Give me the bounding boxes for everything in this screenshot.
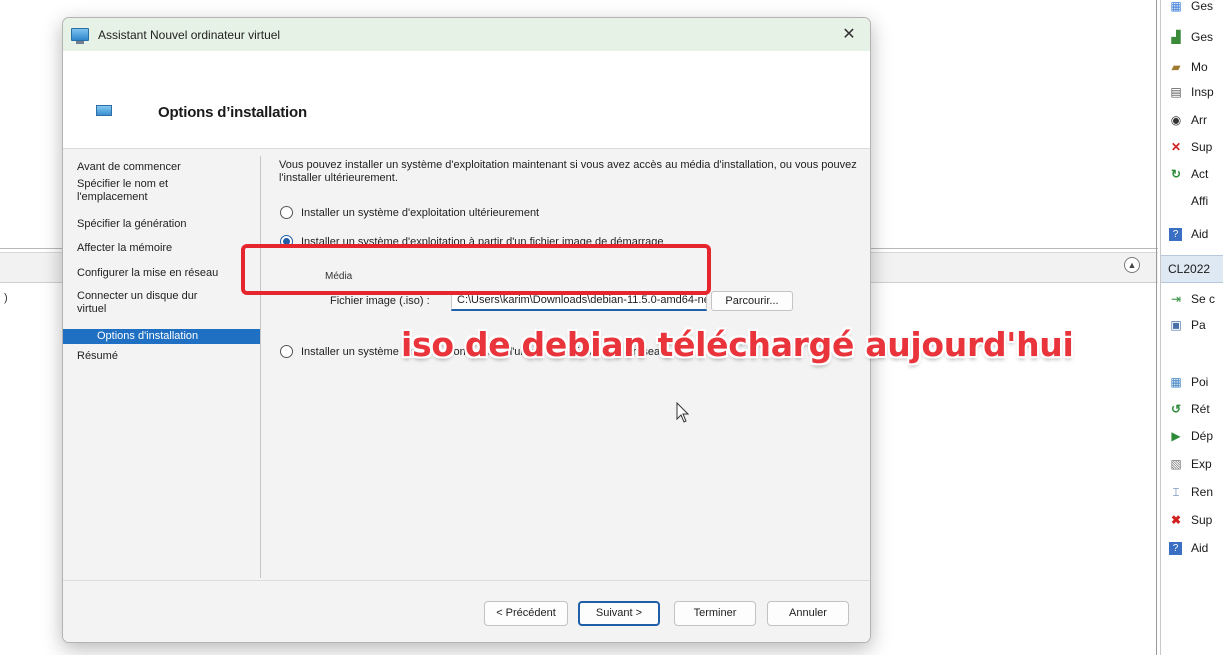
- nav-divider: [260, 156, 261, 578]
- nav-item-installation-options[interactable]: Options d'installation: [63, 329, 261, 344]
- action-item[interactable]: ⌶ Ren: [1161, 480, 1223, 504]
- action-item[interactable]: ◉ Arr: [1161, 108, 1223, 132]
- revert-icon: ↺: [1170, 402, 1182, 416]
- hyperv-monitor-icon: [71, 28, 89, 44]
- action-label: Ges: [1191, 0, 1214, 13]
- action-label: Ges: [1191, 30, 1214, 44]
- action-label: Affi: [1191, 194, 1209, 208]
- highlight-box: [241, 244, 711, 295]
- actions-section-header: CL2022: [1161, 255, 1223, 283]
- description-text: Vous pouvez installer un système d'explo…: [279, 159, 857, 184]
- pane-splitter[interactable]: [1156, 0, 1157, 655]
- action-label: Sup: [1191, 513, 1213, 527]
- action-item[interactable]: ? Aid: [1161, 536, 1223, 560]
- wizard-header: Options d’installation: [63, 51, 870, 149]
- switch-icon: ▟: [1171, 30, 1181, 44]
- overlay-caption: iso de debian téléchargé aujourd'hui: [401, 325, 1074, 364]
- action-label: Act: [1191, 167, 1209, 181]
- settings-icon: ▣: [1170, 318, 1182, 332]
- action-label: Dép: [1191, 429, 1214, 443]
- next-button[interactable]: Suivant >: [578, 601, 660, 626]
- nav-item-summary[interactable]: Résumé: [77, 350, 255, 363]
- help-icon: ?: [1169, 227, 1182, 241]
- action-item[interactable]: ▰ Mo: [1161, 55, 1223, 79]
- move-icon: ▶: [1171, 429, 1181, 443]
- refresh-icon: ↻: [1170, 167, 1182, 181]
- nav-item-memory[interactable]: Affecter la mémoire: [77, 242, 255, 255]
- export-icon: ▧: [1170, 457, 1182, 471]
- action-item[interactable]: ⇥ Se c: [1161, 287, 1223, 311]
- browse-button[interactable]: Parcourir...: [711, 291, 793, 311]
- dialog-title: Assistant Nouvel ordinateur virtuel: [98, 27, 281, 42]
- option-label: Installer un système d'exploitation ulté…: [301, 206, 540, 219]
- action-item[interactable]: ↺ Rét: [1161, 397, 1223, 421]
- background-truncated-text: ): [4, 292, 8, 304]
- finish-button[interactable]: Terminer: [674, 601, 756, 626]
- delete-icon: ✖: [1170, 513, 1182, 527]
- nav-item-virtual-disk[interactable]: Connecter un disque dur virtuel: [77, 290, 227, 316]
- action-item[interactable]: ▣ Pa: [1161, 313, 1223, 337]
- action-label: Se c: [1191, 292, 1216, 306]
- action-label: Poi: [1191, 375, 1209, 389]
- help-icon: ?: [1169, 541, 1182, 555]
- action-item[interactable]: ▦ Poi: [1161, 370, 1223, 394]
- remove-icon: ✕: [1170, 140, 1182, 154]
- action-item[interactable]: ▶ Dép: [1161, 424, 1223, 448]
- action-item[interactable]: ↻ Act: [1161, 162, 1223, 186]
- close-button[interactable]: ✕: [838, 24, 860, 46]
- action-item[interactable]: ▦ Ges: [1161, 0, 1223, 18]
- page-icon: [96, 105, 112, 116]
- cancel-button[interactable]: Annuler: [767, 601, 849, 626]
- action-item[interactable]: ▤ Insp: [1161, 80, 1223, 104]
- nav-item-generation[interactable]: Spécifier la génération: [77, 218, 255, 231]
- checkpoint-icon: ▦: [1170, 375, 1182, 389]
- wizard-steps-nav: Avant de commencer Spécifier le nom et l…: [63, 150, 261, 580]
- iso-field-label: Fichier image (.iso) :: [330, 295, 430, 307]
- rename-icon: ⌶: [1172, 484, 1180, 499]
- action-item[interactable]: ✖ Sup: [1161, 508, 1223, 532]
- nav-item-networking[interactable]: Configurer la mise en réseau: [77, 267, 255, 280]
- grid-icon: ▦: [1170, 0, 1182, 13]
- action-label: Mo: [1191, 60, 1208, 74]
- action-label: Rét: [1191, 402, 1210, 416]
- action-item[interactable]: ▟ Ges: [1161, 25, 1223, 49]
- action-label: Ren: [1191, 485, 1214, 499]
- previous-button[interactable]: < Précédent: [484, 601, 568, 626]
- mouse-cursor-icon: [676, 402, 690, 423]
- action-label: Arr: [1191, 113, 1207, 127]
- wizard-footer: < Précédent Suivant > Terminer Annuler: [63, 580, 870, 642]
- radio-button[interactable]: [280, 206, 293, 219]
- action-item[interactable]: Affi: [1161, 189, 1223, 213]
- edit-disk-icon: ▰: [1171, 60, 1181, 74]
- action-item[interactable]: ? Aid: [1161, 222, 1223, 246]
- dialog-titlebar[interactable]: Assistant Nouvel ordinateur virtuel ✕: [63, 18, 870, 51]
- inspect-disk-icon: ▤: [1170, 85, 1182, 99]
- connect-icon: ⇥: [1170, 292, 1182, 306]
- nav-item-name-location[interactable]: Spécifier le nom et l'emplacement: [77, 178, 207, 204]
- radio-button[interactable]: [280, 345, 293, 358]
- action-item[interactable]: ✕ Sup: [1161, 135, 1223, 159]
- action-label: Exp: [1191, 457, 1212, 471]
- action-label: Insp: [1191, 85, 1214, 99]
- blank-icon: [1167, 194, 1185, 208]
- action-label: Aid: [1191, 227, 1209, 241]
- page-title: Options d’installation: [158, 104, 307, 121]
- actions-pane: ▦ Ges ▟ Ges ▰ Mo ▤ Insp ◉ Arr ✕ Sup ↻ Act Affi …: [1161, 0, 1223, 655]
- action-label: Aid: [1191, 541, 1209, 555]
- action-item[interactable]: ▧ Exp: [1161, 452, 1223, 476]
- stop-icon: ◉: [1170, 113, 1182, 127]
- collapse-pane-icon[interactable]: ▲: [1124, 257, 1140, 273]
- nav-item-before-you-begin[interactable]: Avant de commencer: [77, 161, 255, 174]
- action-label: Sup: [1191, 140, 1213, 154]
- action-label: Pa: [1191, 318, 1206, 332]
- option-install-later[interactable]: Installer un système d'exploitation ulté…: [280, 206, 539, 219]
